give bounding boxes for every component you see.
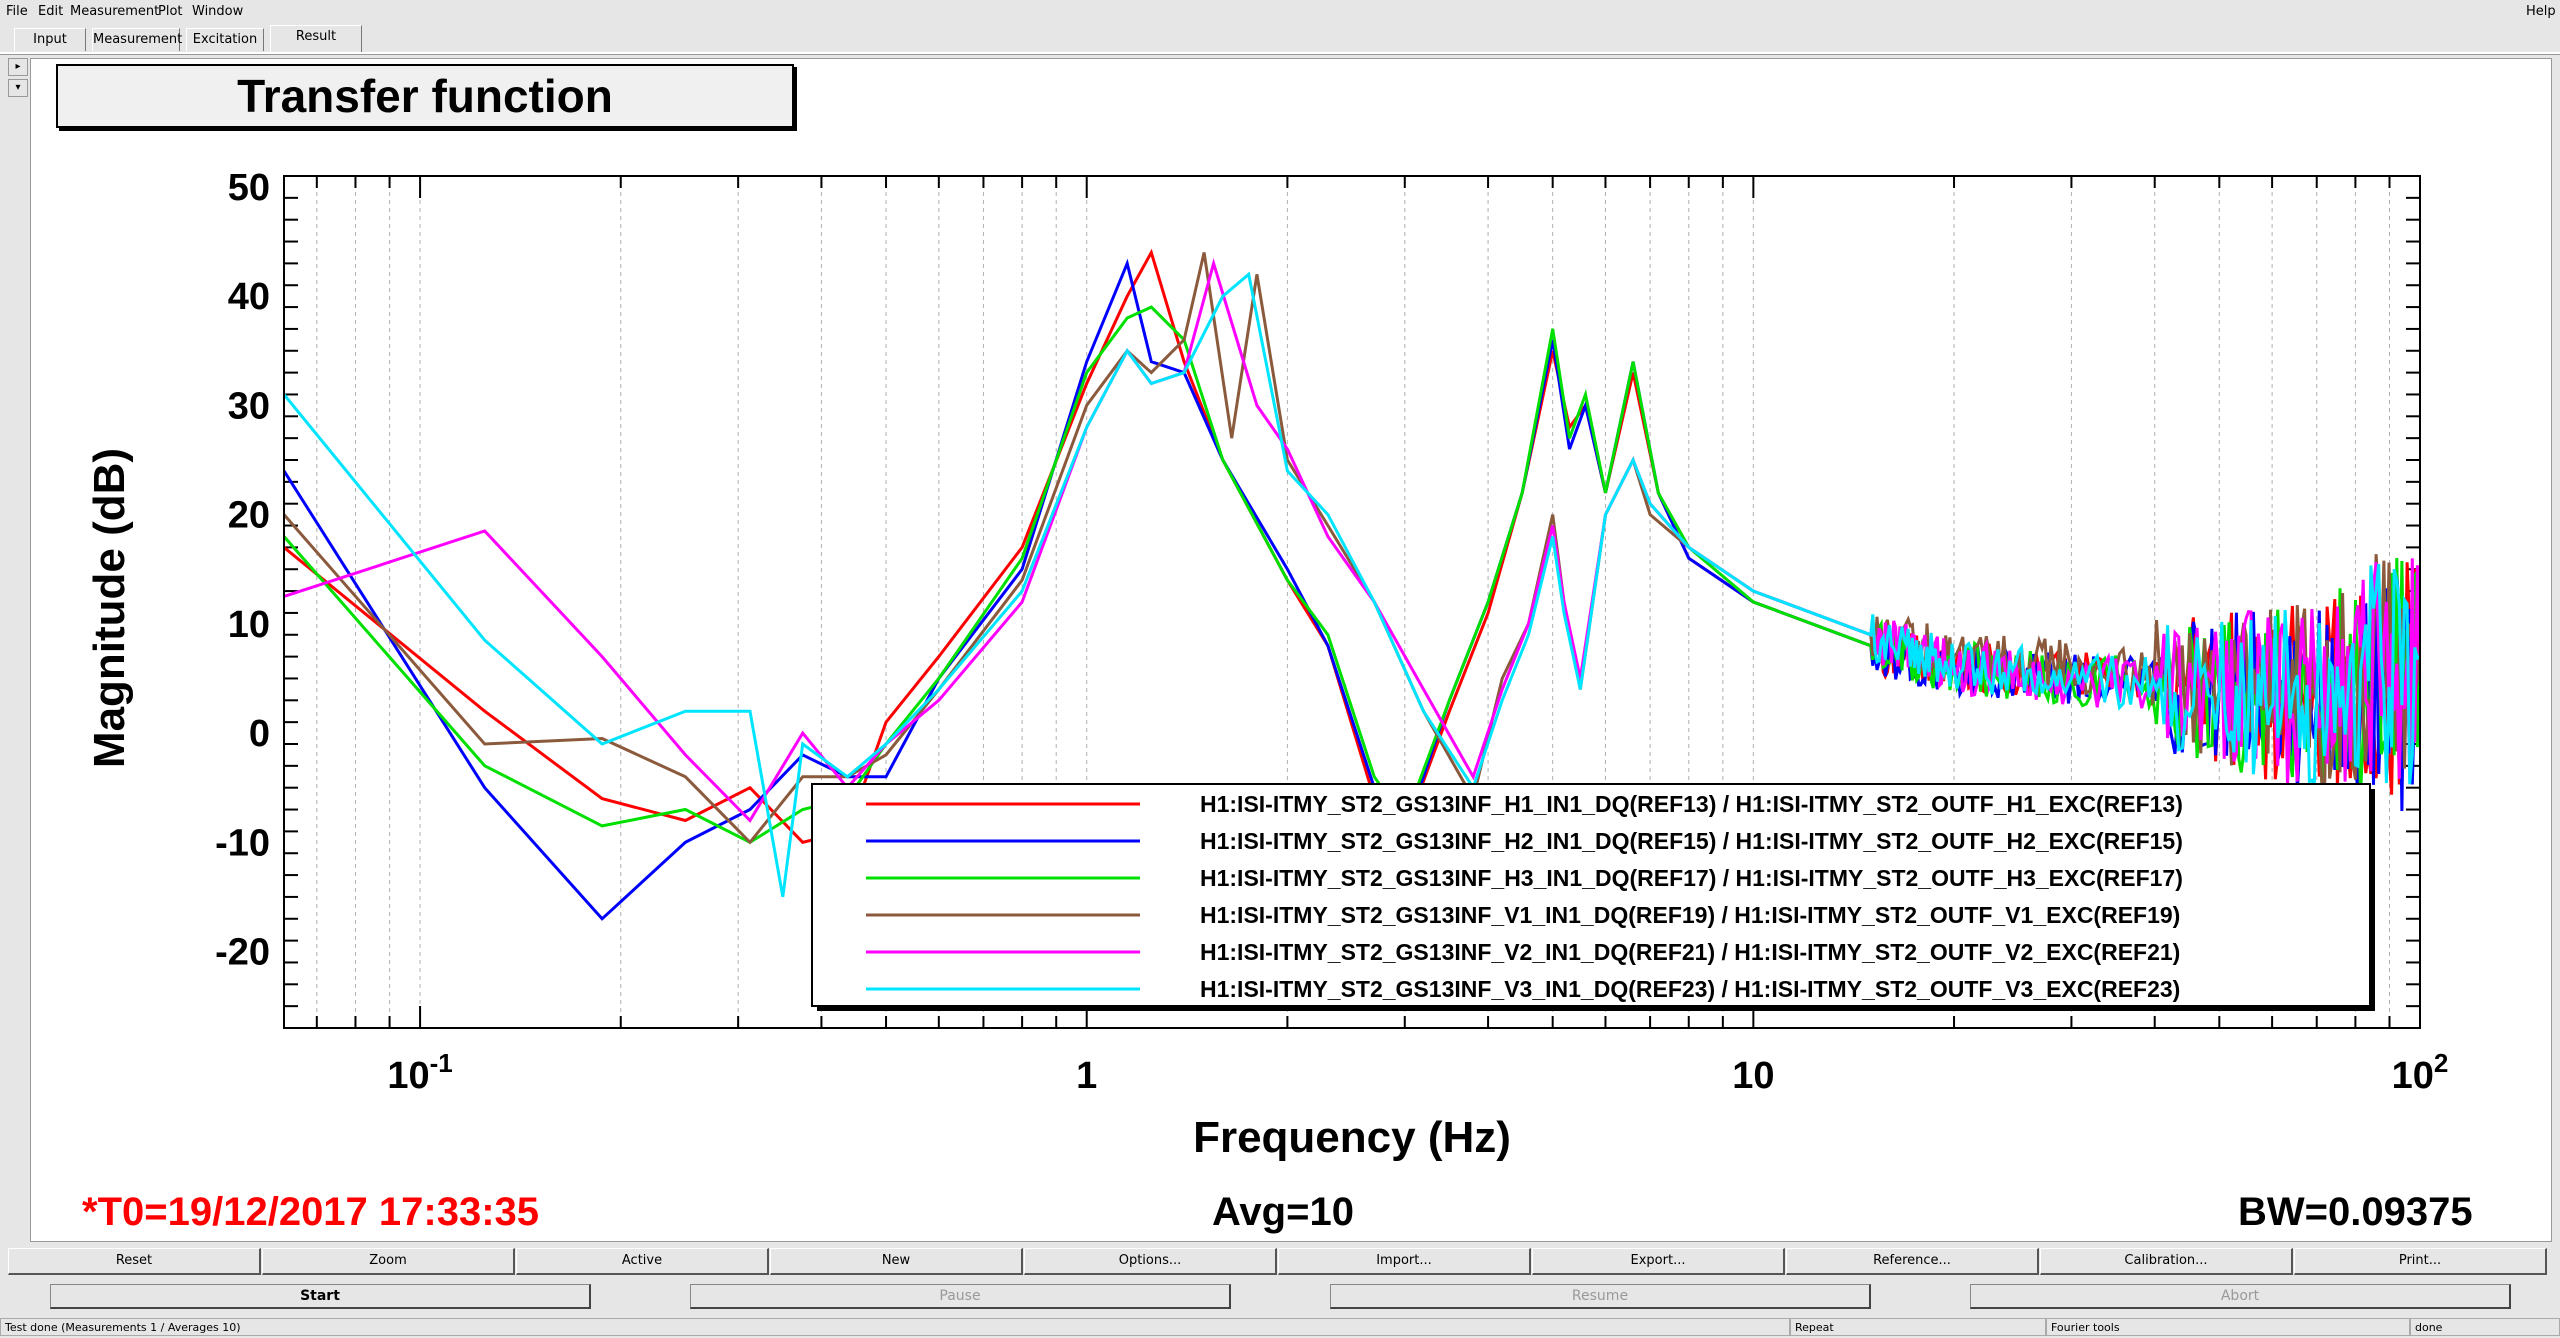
series-line: [284, 305, 2420, 845]
legend: H1:ISI-ITMY_ST2_GS13INF_H1_IN1_DQ(REF13)…: [811, 783, 2375, 1011]
y-tick-label: 0: [249, 713, 270, 755]
y-tick-label: 30: [228, 385, 270, 427]
bandwidth-value: BW=0.09375: [2238, 1190, 2473, 1234]
active-button[interactable]: Active: [516, 1248, 769, 1275]
reference-button[interactable]: Reference...: [1786, 1248, 2039, 1275]
legend-entry: H1:ISI-ITMY_ST2_GS13INF_V3_IN1_DQ(REF23)…: [1200, 976, 2180, 1002]
legend-entry: H1:ISI-ITMY_ST2_GS13INF_H3_IN1_DQ(REF17)…: [1200, 865, 2183, 891]
y-tick-label: 20: [228, 495, 270, 537]
transfer-function-chart[interactable]: -20 -10 0 10 20 30 40 50 10-1 1 10 102 Magnitude (…: [0, 0, 2560, 1238]
start-button[interactable]: Start: [50, 1284, 591, 1309]
plot-toolbar: Reset Zoom Active New Options... Import.…: [8, 1248, 2552, 1275]
export-button[interactable]: Export...: [1532, 1248, 1785, 1275]
legend-entry: H1:ISI-ITMY_ST2_GS13INF_V2_IN1_DQ(REF21)…: [1200, 939, 2180, 965]
legend-entry: H1:ISI-ITMY_ST2_GS13INF_H1_IN1_DQ(REF13)…: [1200, 791, 2183, 817]
y-tick-label: 50: [228, 167, 270, 209]
series-line: [284, 248, 2420, 844]
series-line: [284, 257, 2420, 823]
legend-entry: H1:ISI-ITMY_ST2_GS13INF_H2_IN1_DQ(REF15)…: [1200, 828, 2183, 854]
x-tick-label: 1: [1076, 1055, 1097, 1097]
print-button[interactable]: Print...: [2294, 1248, 2547, 1275]
averages-count: Avg=10: [1212, 1190, 1354, 1234]
y-tick-label: 10: [228, 604, 270, 646]
resume-button[interactable]: Resume: [1330, 1284, 1871, 1309]
status-bar: Test done (Measurements 1 / Averages 10)…: [0, 1318, 2560, 1338]
y-tick-labels: -20 -10 0 10 20 30 40 50: [215, 167, 270, 974]
x-tick-label: 10: [1732, 1055, 1774, 1097]
status-message: Test done (Measurements 1 / Averages 10): [0, 1318, 1790, 1336]
status-tools: Fourier tools: [2046, 1318, 2410, 1336]
x-tick-labels: 10-1 1 10 102: [387, 1048, 2448, 1097]
status-repeat: Repeat: [1790, 1318, 2046, 1336]
legend-entry: H1:ISI-ITMY_ST2_GS13INF_V1_IN1_DQ(REF19)…: [1200, 902, 2180, 928]
calibration-button[interactable]: Calibration...: [2040, 1248, 2293, 1275]
run-controls: Start Pause Resume Abort: [0, 1284, 2560, 1314]
options-button[interactable]: Options...: [1024, 1248, 1277, 1275]
y-axis-label: Magnitude (dB): [85, 448, 134, 768]
y-tick-label: -10: [215, 822, 270, 864]
status-state: done: [2410, 1318, 2560, 1336]
abort-button[interactable]: Abort: [1970, 1284, 2511, 1309]
zoom-button[interactable]: Zoom: [262, 1248, 515, 1275]
x-tick-label: 102: [2392, 1048, 2449, 1097]
x-tick-label: 10-1: [387, 1048, 452, 1097]
plot-title-box: Transfer function: [56, 64, 794, 128]
plot-title: Transfer function: [237, 70, 613, 122]
reset-button[interactable]: Reset: [8, 1248, 261, 1275]
y-tick-label: -20: [215, 932, 270, 974]
legend-box: [811, 783, 2371, 1007]
series-line: [284, 252, 2420, 845]
y-tick-label: 40: [228, 276, 270, 318]
t0-timestamp: *T0=19/12/2017 17:33:35: [82, 1190, 540, 1234]
x-axis-label: Frequency (Hz): [1193, 1113, 1511, 1162]
pause-button[interactable]: Pause: [690, 1284, 1231, 1309]
new-button[interactable]: New: [770, 1248, 1023, 1275]
import-button[interactable]: Import...: [1278, 1248, 1531, 1275]
